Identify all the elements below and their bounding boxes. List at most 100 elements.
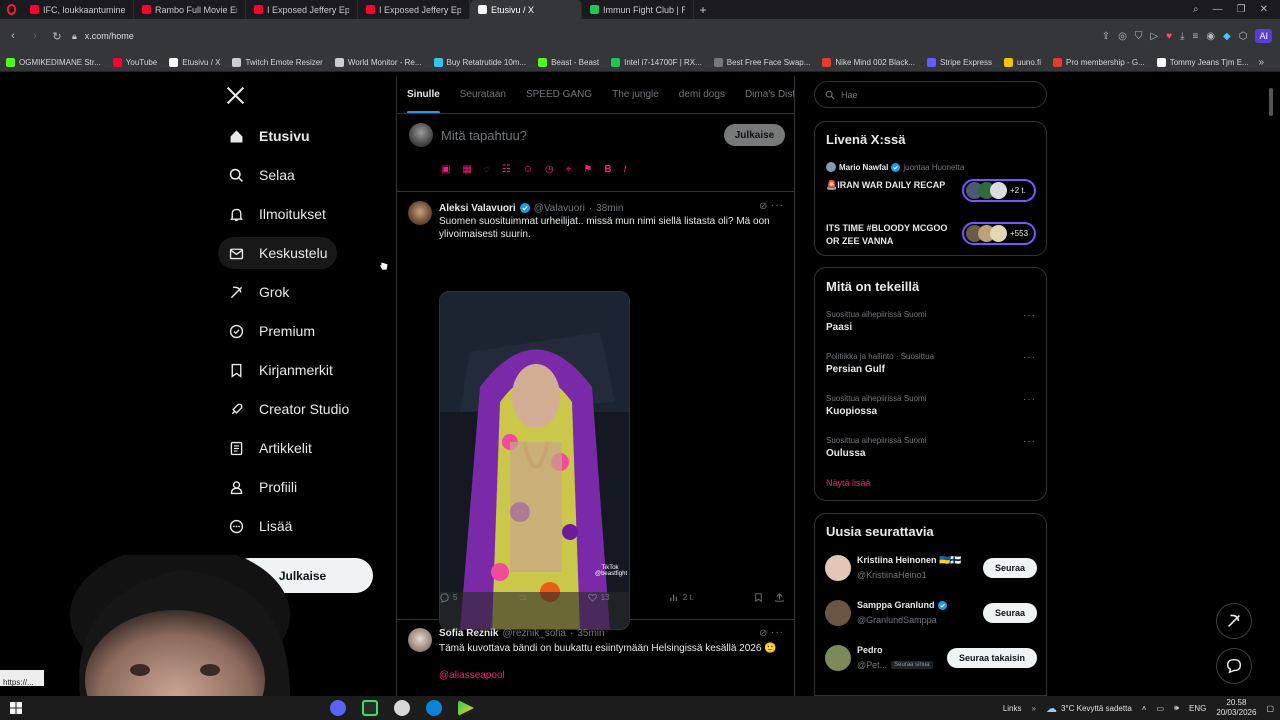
tweet-author-name[interactable]: Aleksi Valavuori xyxy=(439,203,516,214)
ai-button[interactable]: AI xyxy=(1255,29,1272,43)
flag-icon[interactable]: ⚑ xyxy=(583,164,592,175)
reload-icon[interactable]: ↻ xyxy=(46,30,68,43)
trend-item[interactable]: Suosittua aihepiirissä Suomi Kuopiossa ··· xyxy=(826,394,1036,417)
bookmarks-overflow-icon[interactable]: » xyxy=(1258,57,1264,68)
camera-icon[interactable]: ◎ xyxy=(1118,31,1127,42)
discord-icon[interactable] xyxy=(330,700,346,716)
tweet[interactable]: Aleksi Valavuori @Valavuori · 38min ⊘ ··… xyxy=(397,192,794,630)
steam-icon[interactable] xyxy=(394,700,410,716)
nav-item-ilmoitukset[interactable]: Ilmoitukset xyxy=(218,198,336,230)
nav-item-keskustelu[interactable]: Keskustelu xyxy=(218,237,338,269)
address-bar[interactable]: 🔒︎ x.com/home xyxy=(72,25,1032,47)
bookmark-item[interactable]: YouTube xyxy=(112,57,165,67)
edge-icon[interactable] xyxy=(426,700,442,716)
bookmark-item[interactable]: uuno.fi xyxy=(1004,57,1049,67)
timeline-tab[interactable]: demi dogs xyxy=(669,76,735,113)
links-toolbar[interactable]: Links xyxy=(1003,704,1022,713)
shield-icon[interactable]: ⛉ xyxy=(1135,31,1143,42)
tweet-media-video[interactable]: TikTok @beastfight xyxy=(439,291,630,630)
minimize-icon[interactable]: — xyxy=(1213,4,1223,15)
volume-icon[interactable]: 🕪︎ xyxy=(1174,703,1179,713)
app-icon-green[interactable] xyxy=(362,700,378,716)
profile-icon-browser[interactable]: ◉ xyxy=(1206,31,1215,42)
play-icon[interactable]: ▷ xyxy=(1150,31,1158,42)
follow-suggestion[interactable]: Pedro @Pet... Seuraa sinua Seuraa takaisin xyxy=(825,643,1037,675)
trend-item[interactable]: Politiikka ja hallinto · Suosittua Persia… xyxy=(826,352,1036,375)
heart-icon[interactable]: ♥ xyxy=(1166,31,1172,42)
nav-item-etusivu[interactable]: Etusivu xyxy=(218,120,320,152)
show-more-link[interactable]: Näytä lisää xyxy=(826,478,871,488)
tray-chevron-icon[interactable]: ˄ xyxy=(1142,704,1147,713)
live-item-title[interactable]: ITS TIME #BLOODY MCGOO OR ZEE VANNA xyxy=(826,222,956,248)
tweet-avatar[interactable] xyxy=(408,628,432,652)
bookmark-item[interactable]: Nike Mind 002 Black... xyxy=(822,57,923,67)
tweet-more-icon[interactable]: ··· xyxy=(771,627,784,638)
nav-item-artikkelit[interactable]: Artikkelit xyxy=(218,432,322,464)
live-host-name[interactable]: Mario Nawfal xyxy=(839,163,888,172)
suggestion-name[interactable]: Kristiina Heinonen 🇺🇦🇫🇮 xyxy=(857,555,961,566)
tweet-time[interactable]: 35min xyxy=(577,628,604,639)
suggestion-name[interactable]: Samppa Granlund xyxy=(857,600,935,610)
grok-compose-icon[interactable]: ◌ xyxy=(484,164,490,175)
timeline-tab[interactable]: Sinulle xyxy=(397,76,450,113)
menu-icon[interactable]: ≡ xyxy=(1192,31,1198,42)
bookmark-item[interactable]: OGMIKEDIMANE Str... xyxy=(6,57,109,67)
gif-icon[interactable]: ▦ xyxy=(462,164,471,175)
nav-item-profiili[interactable]: Profiili xyxy=(218,471,307,503)
live-item-join[interactable]: +553 xyxy=(962,222,1036,245)
browser-tab[interactable]: Rambo Full Movie English xyxy=(134,0,246,19)
bookmark-item[interactable]: Intel i7-14700F | RX... xyxy=(611,57,710,67)
browser-tab[interactable]: I Exposed Jeffery Epstein xyxy=(246,0,358,19)
trend-more-icon[interactable]: ··· xyxy=(1023,310,1036,321)
bookmark-item[interactable]: Tommy Jeans Tjm E... xyxy=(1156,57,1257,67)
tweet-handle[interactable]: @Valavuori xyxy=(534,203,585,214)
trend-more-icon[interactable]: ··· xyxy=(1023,394,1036,405)
bookmark-item[interactable]: Stripe Express xyxy=(926,57,1000,67)
tweet-avatar[interactable] xyxy=(408,201,432,225)
schedule-icon[interactable]: ◷ xyxy=(545,164,554,175)
live-item-title[interactable]: 🚨IRAN WAR DAILY RECAP xyxy=(826,179,956,192)
download-icon[interactable]: ⤓ xyxy=(1180,31,1184,42)
italic-icon[interactable]: I xyxy=(624,164,627,175)
trend-item[interactable]: Suosittua aihepiirissä Suomi Paasi ··· xyxy=(826,310,1036,333)
browser-tab[interactable]: Etusivu / X xyxy=(470,0,582,19)
tweet-mention-link[interactable]: @aliasseapool xyxy=(439,669,505,682)
tweet[interactable]: Sofia Reznik @reznik_sofia · 35min ⊘ ···… xyxy=(397,620,794,696)
suggestion-avatar[interactable] xyxy=(825,555,851,581)
notifications-icon[interactable]: ▢ xyxy=(1266,704,1274,713)
nav-item-lis-[interactable]: Lisää xyxy=(218,510,302,542)
share-icon[interactable]: ⇪ xyxy=(1102,31,1110,42)
timeline-tab[interactable]: Dima's Dist xyxy=(735,76,794,113)
grok-explain-icon[interactable]: ⊘ xyxy=(759,201,768,212)
nav-item-selaa[interactable]: Selaa xyxy=(218,159,305,191)
back-icon[interactable]: ‹ xyxy=(2,30,24,42)
tweet-author-name[interactable]: Sofia Reznik xyxy=(439,628,498,639)
follow-suggestion[interactable]: Samppa Granlund @GranlundSamppa Seuraa xyxy=(825,598,1037,630)
cube-icon[interactable]: ⬡ xyxy=(1239,31,1248,42)
suggestion-avatar[interactable] xyxy=(825,600,851,626)
grok-explain-icon[interactable]: ⊘ xyxy=(759,628,768,639)
browser-tab[interactable]: IFC, loukkaantuminen & I xyxy=(22,0,134,19)
nav-item-grok[interactable]: Grok xyxy=(218,276,299,308)
nav-item-creator-studio[interactable]: Creator Studio xyxy=(218,393,359,425)
trend-more-icon[interactable]: ··· xyxy=(1023,436,1036,447)
clock[interactable]: 20.58 20/03/2026 xyxy=(1216,698,1256,718)
composer-post-button[interactable]: Julkaise xyxy=(724,124,785,146)
search-input[interactable]: Hae xyxy=(814,81,1047,108)
poll-icon[interactable]: ☷ xyxy=(502,164,511,175)
host-avatar[interactable] xyxy=(826,162,836,172)
share-tweet-icon[interactable] xyxy=(774,592,785,603)
maximize-icon[interactable]: ❐ xyxy=(1237,4,1246,15)
repost-action[interactable] xyxy=(517,592,528,603)
bookmark-item[interactable]: Beast - Beast xyxy=(538,57,607,67)
grok-fab[interactable] xyxy=(1216,603,1252,639)
tweet-handle[interactable]: @reznik_sofia xyxy=(502,628,566,639)
browser-tab[interactable]: Immun Fight Club | Ruutu xyxy=(582,0,694,19)
trend-item[interactable]: Suosittua aihepiirissä Suomi Oulussa ··· xyxy=(826,436,1036,459)
follow-button[interactable]: Seuraa takaisin xyxy=(947,648,1037,668)
follow-button[interactable]: Seuraa xyxy=(983,603,1037,623)
bookmark-item[interactable]: Etusivu / X xyxy=(169,57,228,67)
tweet-time[interactable]: 38min xyxy=(596,203,623,214)
suggestion-name[interactable]: Pedro xyxy=(857,645,883,655)
live-item-join[interactable]: +2 t. xyxy=(962,179,1036,202)
